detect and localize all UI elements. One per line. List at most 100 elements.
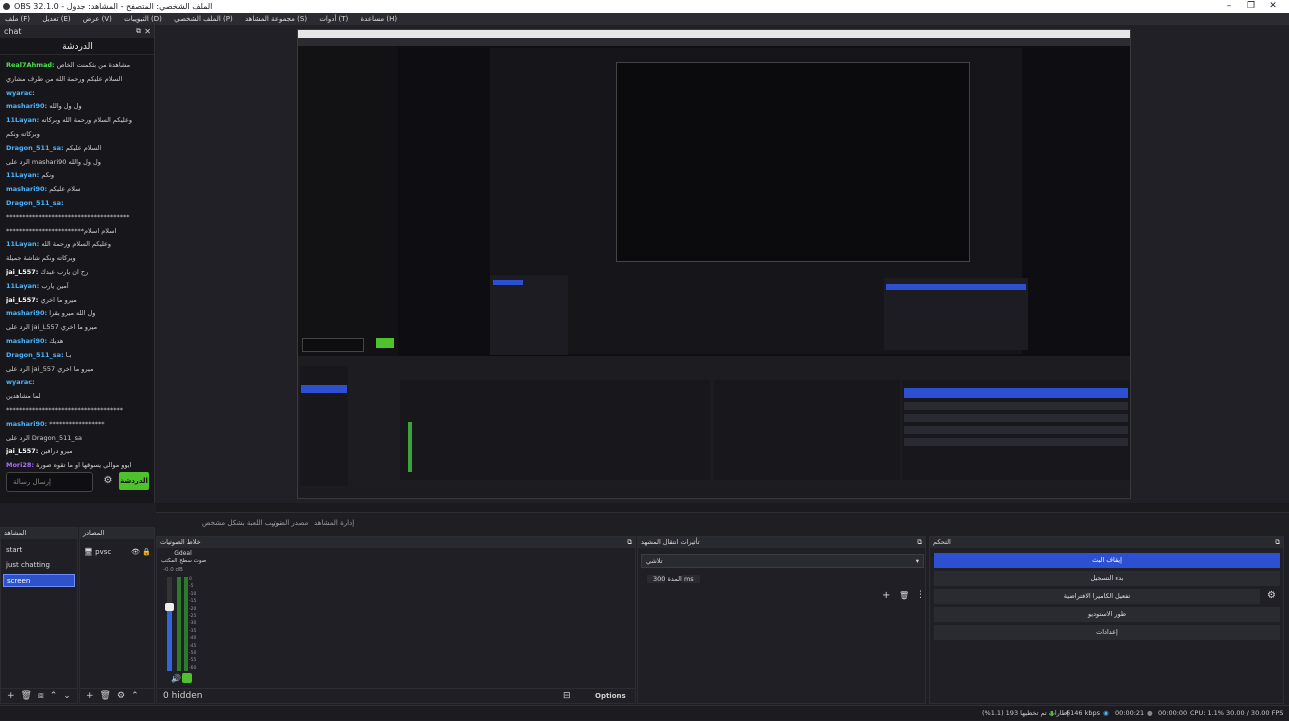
- nested-scenes: [490, 275, 568, 355]
- nested-titlebar: [298, 30, 1130, 38]
- chat-message-input[interactable]: إرسال رسالة: [6, 472, 93, 492]
- chat-send-button[interactable]: الدردشة: [119, 472, 149, 490]
- properties-icon[interactable]: ⚙: [117, 691, 125, 701]
- volume-slider-handle[interactable]: [165, 603, 174, 611]
- chat-message: الرد على jai_557 ميرو ما اخري: [6, 365, 146, 374]
- scene-item-start[interactable]: start: [3, 544, 75, 557]
- scene-item-just-chatting[interactable]: just chatting: [3, 559, 75, 572]
- chat-username[interactable]: mashari90:: [6, 309, 47, 317]
- dock-tabs-row: [156, 503, 1289, 512]
- scene-item-screen[interactable]: screen: [3, 574, 75, 587]
- chat-text: بـا: [65, 350, 72, 359]
- nested-scene-screen: [301, 385, 347, 393]
- popout-icon[interactable]: ⧉: [136, 25, 141, 38]
- eye-icon[interactable]: 👁: [131, 546, 140, 558]
- move-up-icon[interactable]: ⌃: [50, 691, 58, 701]
- monitor-headphone-icon[interactable]: [182, 673, 192, 683]
- more-options-icon[interactable]: ⋮: [916, 590, 925, 600]
- chat-username[interactable]: Dragon_511_sa:: [6, 199, 64, 207]
- add-icon[interactable]: +: [7, 691, 15, 701]
- chat-message: Dragon_511_sa:: [6, 199, 146, 208]
- chat-username[interactable]: mashari90:: [6, 185, 47, 193]
- chat-username[interactable]: Mori28:: [6, 461, 34, 469]
- meter-tick-label: -60: [189, 665, 197, 671]
- chat-message: mashari90: هديك: [6, 337, 146, 346]
- mixer-channel-sub[interactable]: صوت سطح المكتب: [161, 558, 209, 564]
- chat-username[interactable]: Real7Ahmad:: [6, 61, 55, 69]
- chat-username[interactable]: wyarac:: [6, 378, 35, 386]
- minimize-button[interactable]: –: [1218, 0, 1240, 13]
- virtual-camera-button[interactable]: تفعيل الكاميرا الافتراضية: [934, 589, 1260, 604]
- chat-username[interactable]: mashari90:: [6, 420, 47, 428]
- menu-help[interactable]: مساعدة (H): [361, 15, 398, 23]
- start-recording-button[interactable]: بدء التسجيل: [934, 571, 1280, 586]
- speaker-icon[interactable]: 🔊: [171, 674, 181, 683]
- remove-transition-icon[interactable]: 🗑: [899, 591, 909, 600]
- popout-icon[interactable]: ⧉: [917, 537, 922, 548]
- settings-button[interactable]: إعدادات: [934, 625, 1280, 640]
- mixer-settings-icon[interactable]: ⊟: [563, 689, 571, 703]
- transition-type-select[interactable]: تلاشي ▾: [641, 554, 924, 568]
- add-source-icon[interactable]: +: [86, 691, 94, 701]
- nested-preview-inner: [616, 62, 970, 262]
- menu-view[interactable]: عرض (V): [83, 15, 112, 23]
- chat-username[interactable]: Dragon_511_sa:: [6, 351, 64, 359]
- meter-tick-label: -25: [189, 614, 197, 619]
- move-down-icon[interactable]: ⌄: [63, 691, 71, 701]
- studio-mode-button[interactable]: طور الاستوديو: [934, 607, 1280, 622]
- remove-source-icon[interactable]: 🗑: [100, 691, 111, 701]
- gear-icon[interactable]: ⚙: [101, 474, 115, 488]
- chat-username[interactable]: jai_L557:: [6, 447, 38, 455]
- close-button[interactable]: ✕: [1262, 0, 1284, 13]
- toolbar-button-2[interactable]: مصدر الصور: [272, 519, 308, 527]
- chat-username[interactable]: 11Layan:: [6, 240, 39, 248]
- source-name: pvsc: [95, 548, 112, 556]
- menu-profile[interactable]: الملف الشخصي (P): [174, 15, 233, 23]
- menu-docks[interactable]: التبويبات (D): [124, 15, 162, 23]
- lock-icon[interactable]: 🔒: [142, 546, 151, 558]
- chat-message: **************************************: [6, 213, 146, 222]
- level-meter-right: [184, 577, 188, 671]
- toolbar-button-1[interactable]: ترتيب اللعبة بشكل مشخص: [202, 519, 282, 527]
- chat-username[interactable]: wyarac:: [6, 89, 35, 97]
- meter-tick-label: 0: [189, 577, 192, 582]
- chat-message: mashari90: *****************: [6, 420, 146, 429]
- chat-username[interactable]: jai_L557:: [6, 296, 38, 304]
- chat-username[interactable]: jai_L557:: [6, 268, 38, 276]
- chat-username[interactable]: 11Layan:: [6, 282, 39, 290]
- mixer-toolbar: 0 hidden ⊟ Options: [157, 688, 635, 703]
- chat-username[interactable]: 11Layan:: [6, 171, 39, 179]
- chat-text: سلام عليكم: [49, 185, 81, 194]
- menu-file[interactable]: ملف (F): [5, 15, 30, 23]
- chat-username[interactable]: mashari90:: [6, 102, 47, 110]
- mixer-level: -0.0 dB: [163, 567, 183, 573]
- meter-tick-label: -30: [189, 621, 197, 627]
- maximize-button[interactable]: ❐: [1240, 0, 1262, 13]
- popout-icon[interactable]: ⧉: [1275, 537, 1280, 548]
- remove-icon[interactable]: 🗑: [21, 691, 32, 701]
- menu-tools[interactable]: أدوات (T): [319, 15, 348, 23]
- meter-tick-label: -5: [189, 584, 194, 590]
- chat-username[interactable]: Dragon_511_sa:: [6, 144, 64, 152]
- popout-icon[interactable]: ⧉: [627, 537, 632, 548]
- nested-vcam: [904, 414, 1128, 422]
- nested-chat: [298, 46, 398, 356]
- menu-scene-collection[interactable]: مجموعة المشاهد (S): [245, 15, 307, 23]
- chat-username[interactable]: mashari90:: [6, 337, 47, 345]
- menu-edit[interactable]: تعديل (E): [42, 15, 70, 23]
- level-meter-left: [177, 577, 181, 671]
- chat-username[interactable]: 11Layan:: [6, 116, 39, 124]
- toolbar-button-3[interactable]: إدارة المشاهد: [314, 519, 354, 527]
- stream-preview-canvas[interactable]: [297, 29, 1131, 499]
- stop-streaming-button[interactable]: إيقاف البث: [934, 553, 1280, 568]
- close-icon[interactable]: ✕: [144, 25, 151, 38]
- add-transition-icon[interactable]: +: [882, 590, 890, 601]
- move-up-source-icon[interactable]: ⌃: [131, 691, 139, 701]
- chat-text: *****************: [49, 419, 105, 428]
- chat-message: mashari90: ول ول والله: [6, 102, 146, 111]
- scenes-dock-title: المشاهد: [4, 529, 27, 537]
- source-item[interactable]: 🖥 pvsc 👁 🔒: [84, 546, 152, 558]
- options-button[interactable]: Options: [595, 689, 626, 703]
- virtual-camera-gear-icon[interactable]: ⚙: [1267, 590, 1276, 601]
- filter-icon[interactable]: ⧈: [38, 691, 44, 701]
